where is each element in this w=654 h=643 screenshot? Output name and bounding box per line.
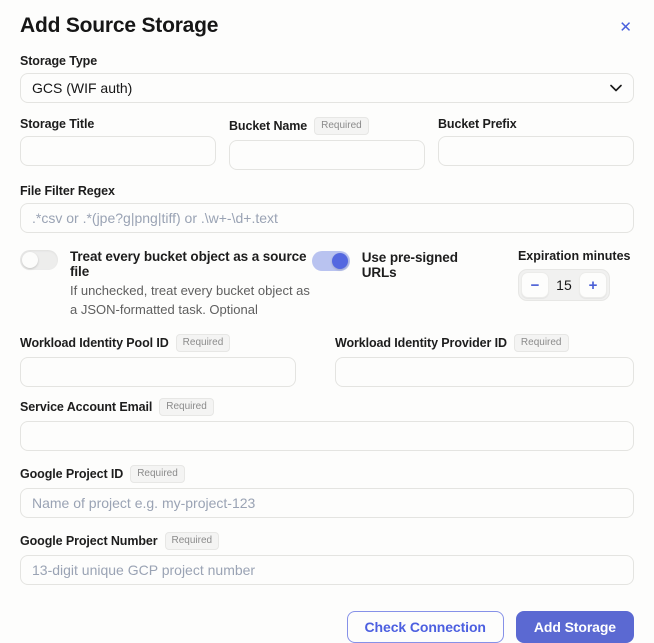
required-badge: Required	[314, 117, 369, 135]
treat-toggle-block: Treat every bucket object as a source fi…	[20, 249, 312, 320]
presigned-toggle-switch[interactable]	[312, 251, 350, 271]
wif-provider-input[interactable]	[335, 357, 634, 387]
required-badge: Required	[514, 334, 569, 352]
storage-title-group: Storage Title	[20, 117, 216, 170]
file-filter-group: File Filter Regex	[20, 184, 634, 233]
bucket-fields-row: Storage Title Bucket Name Required Bucke…	[20, 117, 634, 170]
required-badge: Required	[130, 465, 185, 483]
toggles-row: Treat every bucket object as a source fi…	[20, 249, 634, 320]
close-icon[interactable]: ✕	[619, 14, 634, 35]
required-badge: Required	[176, 334, 231, 352]
storage-type-group: Storage Type GCS (WIF auth)	[20, 54, 634, 103]
service-account-input[interactable]	[20, 421, 634, 451]
storage-type-value: GCS (WIF auth)	[32, 80, 132, 96]
project-number-group: Google Project Number Required	[20, 532, 634, 585]
expiration-block: Expiration minutes − 15 +	[518, 249, 634, 301]
wif-provider-label: Workload Identity Provider ID	[335, 336, 507, 350]
decrease-button[interactable]: −	[521, 272, 549, 298]
project-id-label: Google Project ID	[20, 467, 123, 481]
chevron-down-icon	[610, 84, 622, 92]
storage-title-input[interactable]	[20, 136, 216, 166]
wif-provider-group: Workload Identity Provider ID Required	[335, 334, 634, 387]
project-number-label: Google Project Number	[20, 534, 158, 548]
project-number-input[interactable]	[20, 555, 634, 585]
increase-button[interactable]: +	[579, 272, 607, 298]
bucket-prefix-input[interactable]	[438, 136, 634, 166]
storage-type-label: Storage Type	[20, 54, 97, 68]
workload-identity-row: Workload Identity Pool ID Required Workl…	[20, 334, 634, 387]
add-storage-button[interactable]: Add Storage	[516, 611, 634, 643]
expiration-value: 15	[549, 277, 579, 293]
file-filter-label: File Filter Regex	[20, 184, 115, 198]
expiration-stepper: − 15 +	[518, 269, 610, 301]
service-account-group: Service Account Email Required	[20, 398, 634, 451]
bucket-name-input[interactable]	[229, 140, 425, 170]
bucket-prefix-label: Bucket Prefix	[438, 117, 517, 131]
bucket-name-label: Bucket Name	[229, 119, 307, 133]
modal-title: Add Source Storage	[20, 14, 218, 38]
treat-toggle-helper: If unchecked, treat every bucket object …	[70, 282, 312, 320]
modal-footer: Check Connection Add Storage	[20, 611, 634, 643]
wif-pool-input[interactable]	[20, 357, 296, 387]
wif-pool-group: Workload Identity Pool ID Required	[20, 334, 296, 387]
project-id-input[interactable]	[20, 488, 634, 518]
check-connection-button[interactable]: Check Connection	[347, 611, 504, 643]
bucket-name-group: Bucket Name Required	[229, 117, 425, 170]
treat-toggle-switch[interactable]	[20, 250, 58, 270]
expiration-label: Expiration minutes	[518, 249, 634, 263]
presigned-toggle-block: Use pre-signed URLs	[312, 250, 486, 280]
wif-pool-label: Workload Identity Pool ID	[20, 336, 169, 350]
service-account-label: Service Account Email	[20, 400, 152, 414]
presigned-toggle-label: Use pre-signed URLs	[362, 250, 486, 280]
modal-header: Add Source Storage ✕	[20, 14, 634, 38]
treat-toggle-label: Treat every bucket object as a source fi…	[70, 249, 312, 279]
file-filter-input[interactable]	[20, 203, 634, 233]
required-badge: Required	[165, 532, 220, 550]
storage-title-label: Storage Title	[20, 117, 94, 131]
bucket-prefix-group: Bucket Prefix	[438, 117, 634, 170]
storage-type-select[interactable]: GCS (WIF auth)	[20, 73, 634, 103]
project-id-group: Google Project ID Required	[20, 465, 634, 518]
required-badge: Required	[159, 398, 214, 416]
